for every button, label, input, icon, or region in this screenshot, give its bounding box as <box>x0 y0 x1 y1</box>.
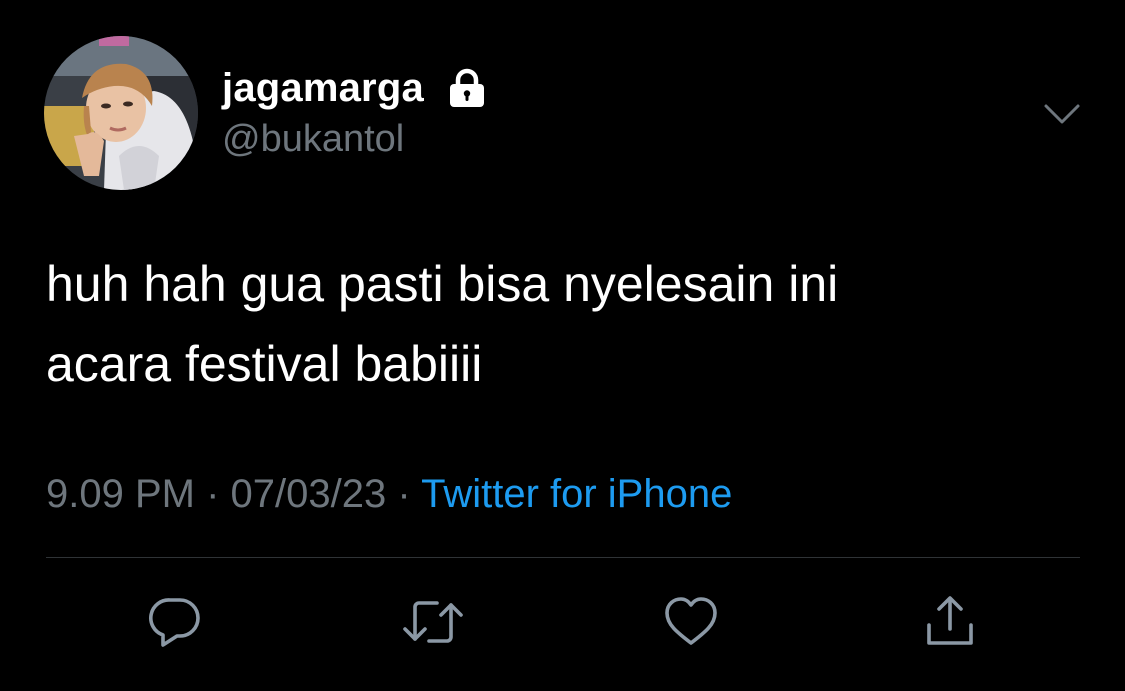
display-name[interactable]: jagamarga <box>222 66 424 111</box>
tweet-text-line: acara festival babiiii <box>46 336 483 392</box>
divider <box>46 557 1080 558</box>
author-handle[interactable]: @bukantol <box>222 118 404 161</box>
lock-icon <box>446 67 488 109</box>
meta-separator: · <box>397 472 411 516</box>
tweet-source-link[interactable]: Twitter for iPhone <box>421 472 732 516</box>
tweet-text-line: huh hah gua pasti bisa nyelesain ini <box>46 256 839 312</box>
reply-icon <box>146 593 204 656</box>
author-name-row: jagamarga <box>222 62 488 114</box>
tweet-time[interactable]: 9.09 PM <box>46 472 195 516</box>
retweet-icon <box>401 593 465 656</box>
tweet-date[interactable]: 07/03/23 <box>231 472 387 516</box>
like-icon <box>662 595 720 654</box>
meta-separator: · <box>206 472 220 516</box>
tweet-text: huh hah gua pasti bisa nyelesain ini aca… <box>46 244 1086 404</box>
tweet-card: jagamarga @bukantol huh hah gua pasti bi… <box>0 0 1125 691</box>
like-button[interactable] <box>661 594 721 654</box>
retweet-button[interactable] <box>403 594 463 654</box>
share-icon <box>921 593 979 656</box>
chevron-down-icon[interactable] <box>1040 96 1084 136</box>
tweet-meta: 9.09 PM · 07/03/23 · Twitter for iPhone <box>46 472 732 517</box>
avatar-image <box>44 36 198 190</box>
reply-button[interactable] <box>145 594 205 654</box>
share-button[interactable] <box>920 594 980 654</box>
avatar[interactable] <box>44 36 198 190</box>
